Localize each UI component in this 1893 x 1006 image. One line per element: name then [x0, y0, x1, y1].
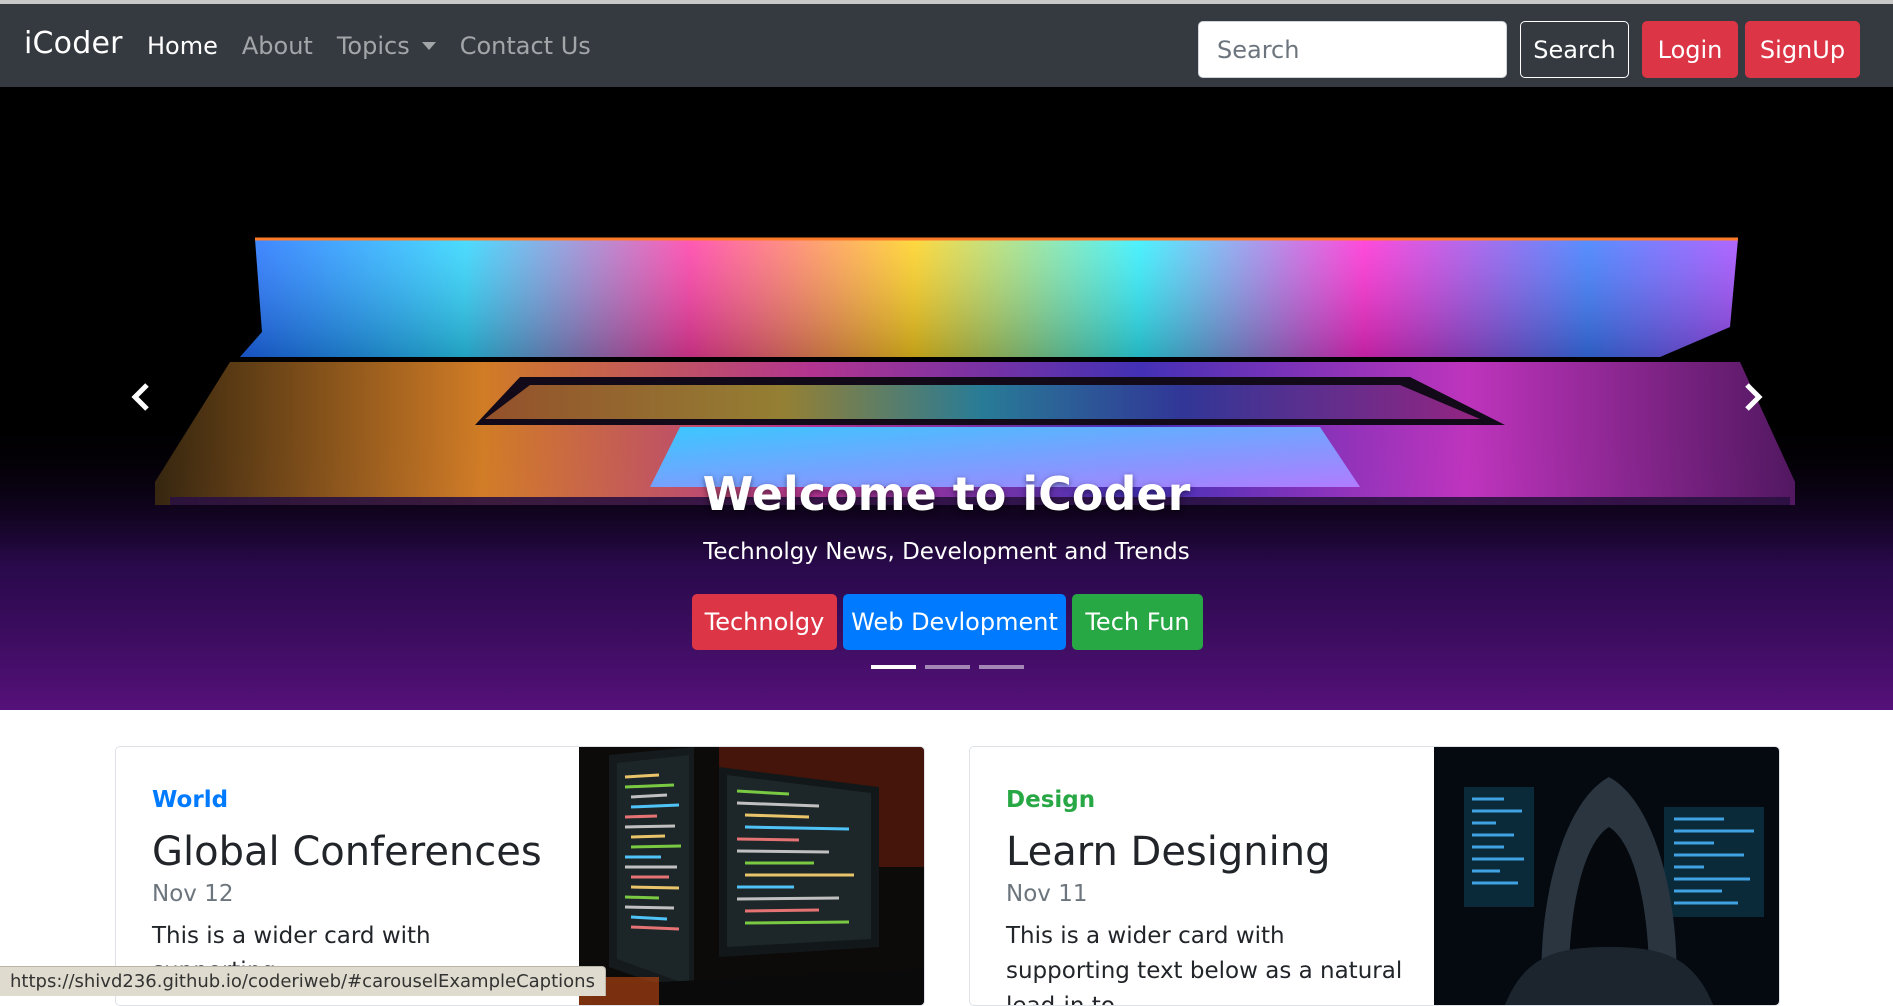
card-body: World Global Conferences Nov 12 This is … [152, 787, 552, 989]
navbar: iCoder Home About Topics Contact Us Sear… [0, 4, 1893, 87]
search-button[interactable]: Search [1520, 21, 1629, 78]
hooded-hacker-image [1434, 747, 1779, 1005]
carousel-next-button[interactable] [1732, 377, 1772, 417]
card-date: Nov 12 [152, 881, 234, 907]
carousel-buttons: Technolgy Web Devlopment Tech Fun [692, 594, 1203, 650]
card-category: World [152, 787, 229, 813]
nav-links: Home About Topics Contact Us [147, 32, 591, 60]
carousel-subtitle: Technolgy News, Development and Trends [703, 539, 1190, 565]
signup-button[interactable]: SignUp [1745, 21, 1860, 78]
web-development-button[interactable]: Web Devlopment [843, 594, 1066, 650]
code-monitors-image [579, 747, 924, 1005]
card-text: This is a wider card with supporting tex… [1006, 923, 1403, 1006]
nav-home-link[interactable]: Home [147, 32, 218, 60]
chevron-right-icon [1745, 383, 1763, 411]
carousel-prev-button[interactable] [122, 377, 162, 417]
browser-status-bar: https://shivd236.github.io/coderiweb/#ca… [0, 966, 606, 996]
card-category: Design [1006, 787, 1096, 813]
card-date: Nov 11 [1006, 881, 1088, 907]
card-title: Learn Designing [1006, 829, 1331, 875]
card-title: Global Conferences [152, 829, 542, 875]
carousel-indicators [871, 665, 1024, 669]
login-button[interactable]: Login [1642, 21, 1738, 78]
carousel-indicator-2[interactable] [925, 665, 970, 669]
hero-carousel: Welcome to iCoder Technolgy News, Develo… [0, 87, 1893, 710]
brand-logo[interactable]: iCoder [24, 26, 123, 61]
nav-contact-link[interactable]: Contact Us [460, 32, 591, 60]
card-learn-designing: Design Learn Designing Nov 11 This is a … [969, 746, 1780, 1006]
carousel-caption: Welcome to iCoder Technolgy News, Develo… [0, 467, 1893, 565]
card-body: Design Learn Designing Nov 11 This is a … [1006, 787, 1406, 1006]
carousel-indicator-1[interactable] [871, 665, 916, 669]
carousel-title: Welcome to iCoder [702, 467, 1191, 521]
search-input[interactable] [1198, 21, 1507, 78]
nav-about-link[interactable]: About [242, 32, 313, 60]
nav-topics-label: Topics [336, 32, 410, 60]
technology-button[interactable]: Technolgy [692, 594, 837, 650]
carousel-indicator-3[interactable] [979, 665, 1024, 669]
tech-fun-button[interactable]: Tech Fun [1072, 594, 1203, 650]
chevron-left-icon [131, 383, 149, 411]
caret-down-icon [421, 42, 436, 50]
nav-topics-dropdown[interactable]: Topics [337, 32, 436, 60]
